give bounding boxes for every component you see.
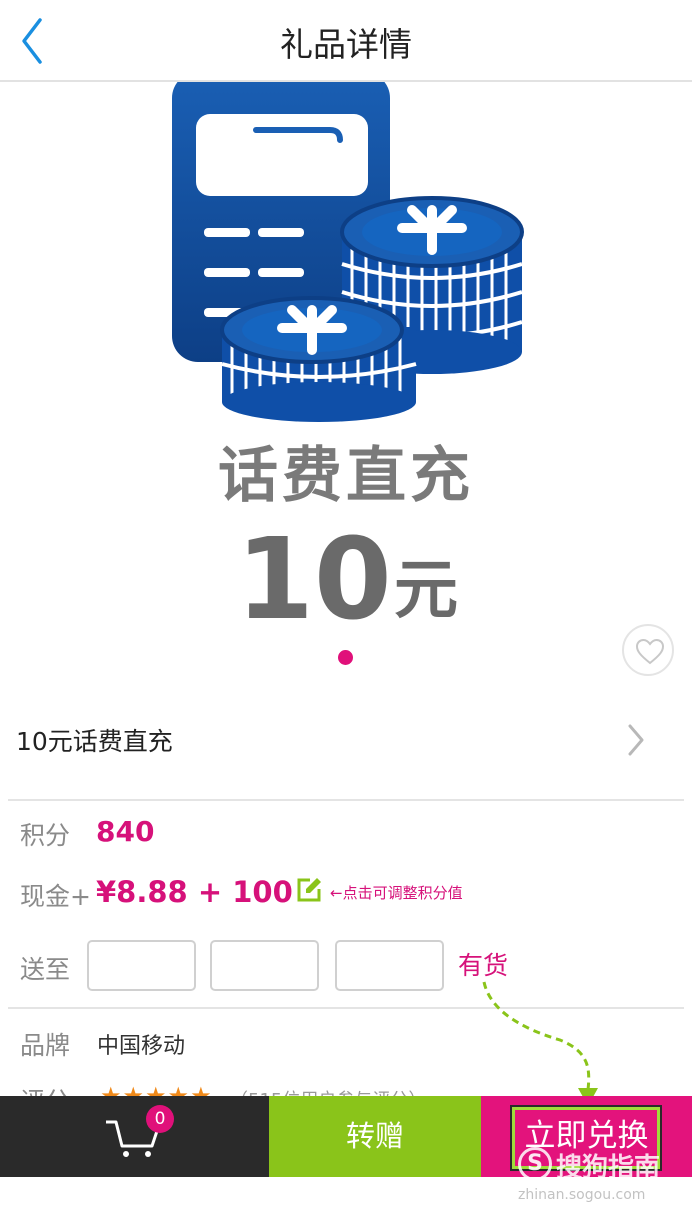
divider — [8, 799, 684, 801]
edit-points-button[interactable] — [296, 877, 322, 903]
stock-status: 有货 — [458, 951, 509, 980]
product-image-carousel[interactable]: 话费直充 10 元 — [0, 82, 692, 694]
watermark-url: zhinan.sogou.com — [518, 1187, 646, 1203]
product-image: 话费直充 10 元 — [172, 82, 524, 645]
delivery-label: 送至 — [20, 955, 71, 984]
points-value: 840 — [96, 815, 155, 848]
points-label: 积分 — [20, 821, 71, 850]
banner-unit: 元 — [394, 554, 458, 628]
banner-title: 话费直充 — [218, 441, 474, 511]
cash-label: 现金+ — [20, 882, 91, 911]
gift-button[interactable]: 转赠 — [269, 1096, 481, 1177]
redeem-now-button[interactable]: 立即兑换 — [481, 1096, 692, 1177]
edit-hint: ←点击可调整积分值 — [330, 884, 463, 902]
district-select[interactable] — [335, 940, 444, 991]
cart-count-badge: 0 — [146, 1105, 174, 1133]
chevron-right-icon — [628, 724, 644, 756]
edit-icon — [297, 878, 321, 902]
city-select[interactable] — [210, 940, 319, 991]
heart-icon — [636, 639, 664, 665]
favorite-button[interactable] — [622, 624, 674, 676]
carousel-indicator-dot[interactable] — [338, 650, 353, 665]
province-select[interactable] — [87, 940, 196, 991]
cash-value: ¥8.88 + 100 — [96, 875, 293, 909]
product-name: 10元话费直充 — [16, 727, 173, 756]
brand-value: 中国移动 — [97, 1034, 186, 1059]
banner-amount: 10 — [236, 515, 392, 645]
header-bar: 礼品详情 — [0, 0, 692, 82]
bottom-action-bar: 0 转赠 立即兑换 — [0, 1096, 692, 1177]
brand-label: 品牌 — [20, 1031, 71, 1060]
divider — [8, 1007, 684, 1009]
page-title: 礼品详情 — [280, 25, 412, 64]
product-name-row[interactable]: 10元话费直充 — [0, 694, 692, 800]
cart-button[interactable]: 0 — [0, 1096, 269, 1177]
